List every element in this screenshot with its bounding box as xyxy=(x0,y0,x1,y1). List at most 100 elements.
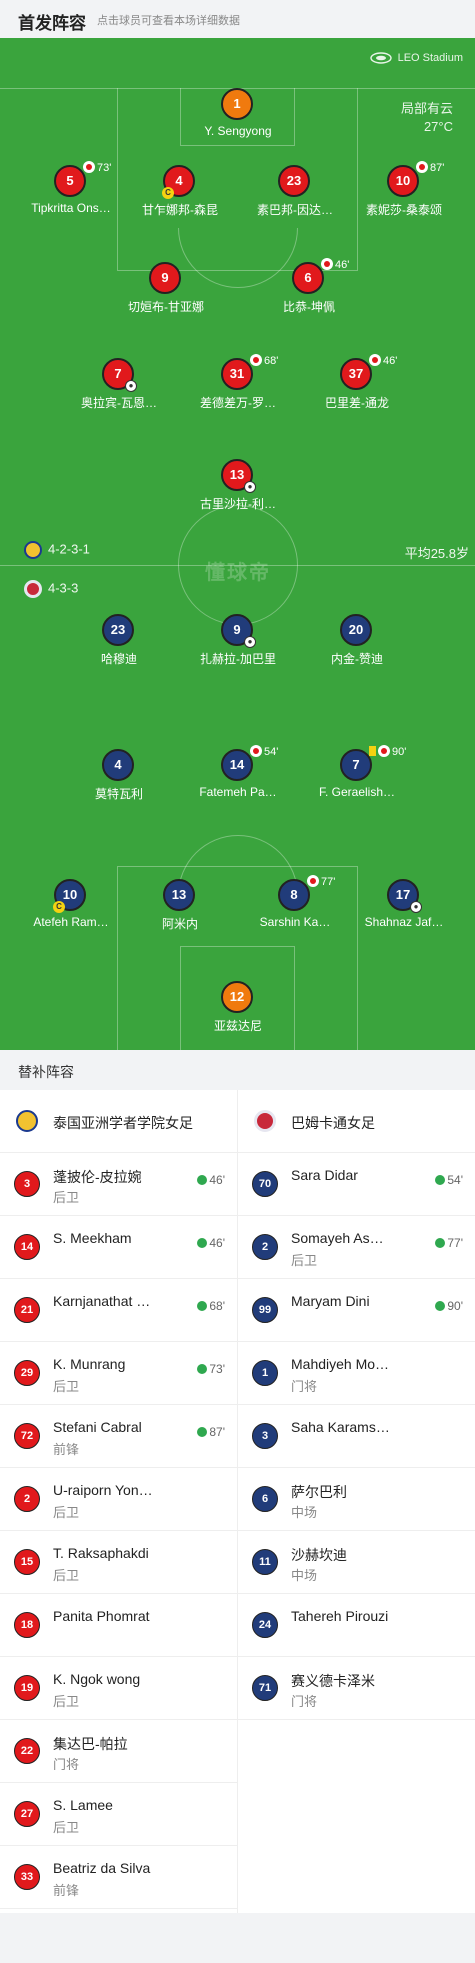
away-player[interactable]: 8 Sarshin Ka… 77' xyxy=(235,875,355,939)
sub-name: 集达巴-帕拉 xyxy=(53,1736,128,1752)
home-sub-row[interactable]: 18 Panita Phomrat xyxy=(0,1594,237,1657)
captain-badge: C xyxy=(162,187,174,199)
player-name: 哈穆迪 xyxy=(100,652,137,666)
sub-on-icon xyxy=(435,1175,446,1185)
away-sub-row[interactable]: 24 Tahereh Pirouzi xyxy=(238,1594,475,1657)
sub-on-minute: 90' xyxy=(447,1299,463,1313)
away-team-logo-icon xyxy=(254,1110,276,1132)
sub-on-indicator: 46' xyxy=(197,1173,225,1187)
home-sub-row[interactable]: 22 集达巴-帕拉 门将 xyxy=(0,1720,237,1783)
player-name: 奥拉宾-瓦恩… xyxy=(81,396,157,410)
sub-off-minute: 90' xyxy=(392,746,407,758)
sub-position: 后卫 xyxy=(53,1190,80,1205)
away-sub-row[interactable]: 71 赛义德卡泽米 门将 xyxy=(238,1657,475,1720)
stadium-info: LEO Stadium xyxy=(369,52,463,64)
sub-off-icon xyxy=(378,745,390,757)
home-sub-row[interactable]: 3 蓬披伦-皮拉婉 后卫 46' xyxy=(0,1153,237,1216)
home-sub-row[interactable]: 19 K. Ngok wong 后卫 xyxy=(0,1657,237,1720)
sub-number: 18 xyxy=(14,1612,40,1638)
away-player[interactable]: 20 内金-赞迪 xyxy=(297,614,417,674)
sub-position: 后卫 xyxy=(53,1505,80,1520)
home-sub-row[interactable]: 29 K. Munrang 后卫 73' xyxy=(0,1342,237,1405)
away-team-header[interactable]: 巴姆卡通女足 xyxy=(238,1090,475,1153)
watermark: 懂球帝 xyxy=(205,562,271,584)
away-player[interactable]: 10 Atefeh Ram… C xyxy=(11,879,131,939)
sub-on-minute: 87' xyxy=(209,1425,225,1439)
stadium-icon xyxy=(369,52,392,64)
away-player[interactable]: 9 扎赫拉-加巴里 ● xyxy=(178,614,298,674)
sub-name: Mahdiyeh Mo… xyxy=(291,1356,390,1372)
sub-on-indicator: 77' xyxy=(435,1236,463,1250)
sub-name: Maryam Dini xyxy=(291,1293,370,1309)
away-formation-label: 4-3-3 xyxy=(48,580,79,596)
away-player[interactable]: 14 Fatemeh Pa… 54' xyxy=(178,745,298,809)
away-player[interactable]: 13 阿米内 xyxy=(120,879,240,939)
home-sub-row[interactable]: 14 S. Meekham 46' xyxy=(0,1216,237,1279)
sub-number: 14 xyxy=(14,1234,40,1260)
sub-off-icon xyxy=(321,258,333,270)
away-sub-row[interactable]: 3 Saha Karams… xyxy=(238,1405,475,1468)
player-number: 5 xyxy=(54,165,86,197)
away-player[interactable]: 23 哈穆迪 xyxy=(59,614,179,674)
player-name: F. Geraelish… xyxy=(318,785,396,799)
home-player[interactable]: 7 奥拉宾-瓦恩… ● xyxy=(59,358,179,418)
sub-name: Stefani Cabral xyxy=(53,1419,142,1435)
player-name: 甘乍娜邦-森昆 xyxy=(142,203,218,217)
away-sub-row[interactable]: 1 Mahdiyeh Mo… 门将 xyxy=(238,1342,475,1405)
away-subs-list: 70 Sara Didar 54' 2 Somayeh As… 后卫 77' 99 Maryam… xyxy=(238,1153,475,1720)
away-player[interactable]: 4 莫特瓦利 xyxy=(59,749,179,809)
sub-number: 1 xyxy=(252,1360,278,1386)
player-number: 31 xyxy=(221,358,253,390)
home-player[interactable]: 5 Tipkritta Ons… 73' xyxy=(11,161,131,225)
player-name: Fatemeh Pa… xyxy=(199,785,277,799)
sub-on-minute: 46' xyxy=(209,1173,225,1187)
away-player[interactable]: 12 亚兹达尼 xyxy=(178,981,298,1041)
home-player[interactable]: 37 巴里差-通龙 46' xyxy=(297,354,417,418)
home-player[interactable]: 31 差德差万-罗… 68' xyxy=(178,354,298,418)
sub-number: 72 xyxy=(14,1423,40,1449)
home-player[interactable]: 4 甘乍娜邦-森昆 C xyxy=(120,165,240,225)
home-team-name: 泰国亚洲学者学院女足 xyxy=(53,1115,193,1131)
sub-number: 27 xyxy=(14,1801,40,1827)
sub-position: 门将 xyxy=(53,1757,80,1772)
home-player[interactable]: 6 比恭-坤佩 46' xyxy=(249,258,369,322)
away-team-logo-icon xyxy=(24,580,42,598)
home-player[interactable]: 13 古里沙拉-利… ● xyxy=(178,459,298,519)
sub-off-indicator: 54' xyxy=(250,745,278,759)
away-sub-row[interactable]: 70 Sara Didar 54' xyxy=(238,1153,475,1216)
home-sub-row[interactable]: 72 Stefani Cabral 前锋 87' xyxy=(0,1405,237,1468)
player-number: 12 xyxy=(221,981,253,1013)
player-name: 扎赫拉-加巴里 xyxy=(200,652,276,666)
away-player[interactable]: 17 Shahnaz Jaf… ● xyxy=(344,879,464,939)
player-name: Tipkritta Ons… xyxy=(31,201,111,215)
home-sub-row[interactable]: 27 S. Lamee 后卫 xyxy=(0,1783,237,1846)
away-sub-row[interactable]: 6 萨尔巴利 中场 xyxy=(238,1468,475,1531)
sub-number: 24 xyxy=(252,1612,278,1638)
home-player[interactable]: 10 素妮莎-桑泰颂 87' xyxy=(344,161,464,225)
sub-name: K. Ngok wong xyxy=(53,1671,141,1687)
sub-off-indicator: 73' xyxy=(83,161,111,175)
away-sub-row[interactable]: 99 Maryam Dini 90' xyxy=(238,1279,475,1342)
away-player[interactable]: 7 F. Geraelish… 90' xyxy=(297,745,417,809)
sub-off-icon xyxy=(369,354,381,366)
away-sub-row[interactable]: 11 沙赫坎迪 中场 xyxy=(238,1531,475,1594)
home-sub-row[interactable]: 15 T. Raksaphakdi 后卫 xyxy=(0,1531,237,1594)
home-player[interactable]: 9 切姮布-甘亚娜 xyxy=(106,262,226,322)
home-player[interactable]: 23 素巴邦-因达… xyxy=(235,165,355,225)
home-team-header[interactable]: 泰国亚洲学者学院女足 xyxy=(0,1090,237,1153)
home-sub-row[interactable]: 33 Beatriz da Silva 前锋 xyxy=(0,1846,237,1909)
home-player[interactable]: 1 Y. Sengyong xyxy=(178,88,298,148)
sub-on-icon xyxy=(197,1427,208,1437)
sub-on-icon xyxy=(435,1301,446,1311)
player-number: 23 xyxy=(102,614,134,646)
player-name: 古里沙拉-利… xyxy=(200,497,276,511)
average-age: 平均25.8岁 xyxy=(404,546,469,561)
player-number: 23 xyxy=(278,165,310,197)
sub-position: 后卫 xyxy=(53,1820,80,1835)
home-sub-row[interactable]: 2 U-raiporn Yon… 后卫 xyxy=(0,1468,237,1531)
sub-off-minute: 46' xyxy=(335,259,350,271)
home-sub-row[interactable]: 21 Karnjanathat … 68' xyxy=(0,1279,237,1342)
away-sub-row[interactable]: 2 Somayeh As… 后卫 77' xyxy=(238,1216,475,1279)
sub-on-indicator: 90' xyxy=(435,1299,463,1313)
subs-header: 替补阵容 xyxy=(0,1050,475,1090)
